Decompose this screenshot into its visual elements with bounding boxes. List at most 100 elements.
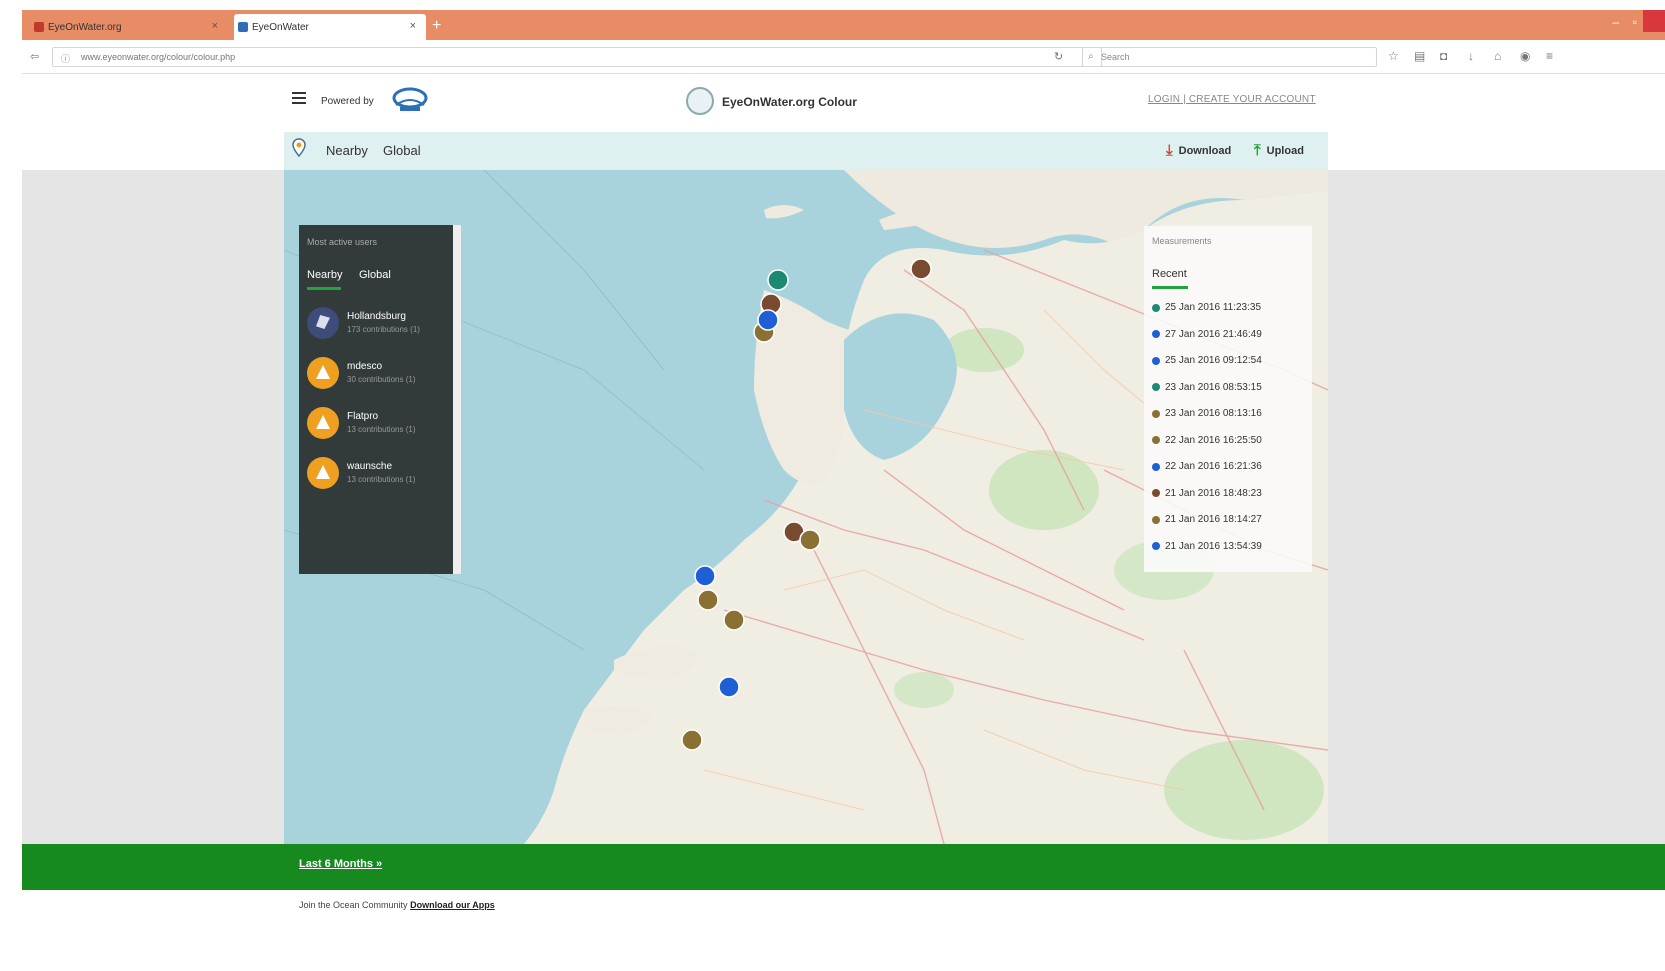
contributor-name: waunsche xyxy=(347,461,393,472)
footer-note-text: Join the Ocean Community xyxy=(299,900,408,910)
measurement-color-dot xyxy=(1152,383,1160,391)
measurement-row[interactable]: 22 Jan 2016 16:21:36 xyxy=(1152,461,1262,472)
browser-tab-active[interactable]: EyeOnWater × xyxy=(234,14,426,40)
active-tab-indicator xyxy=(1152,286,1188,289)
window-close-button[interactable] xyxy=(1643,10,1665,32)
measurement-row[interactable]: 21 Jan 2016 18:14:27 xyxy=(1152,514,1262,525)
measurement-time: 22 Jan 2016 16:21:36 xyxy=(1165,461,1262,472)
extension-icon[interactable]: ◉ xyxy=(1520,49,1530,63)
page-header: Powered by EyeOnWater.org Colour LOGIN |… xyxy=(22,74,1665,132)
measurement-time: 21 Jan 2016 13:54:39 xyxy=(1165,540,1262,552)
tab-recent[interactable]: Recent xyxy=(1152,268,1187,280)
forest-area xyxy=(1164,740,1324,840)
map-marker[interactable] xyxy=(697,589,719,611)
minimize-icon[interactable]: – xyxy=(1612,15,1619,29)
island xyxy=(764,205,804,219)
map-marker[interactable] xyxy=(723,609,745,631)
download-icon[interactable]: ↓ xyxy=(1468,49,1474,63)
map-marker[interactable] xyxy=(757,309,779,331)
measurement-time: 23 Jan 2016 08:13:16 xyxy=(1165,408,1262,419)
measurement-row[interactable]: 23 Jan 2016 08:53:15 xyxy=(1152,382,1262,393)
reload-icon[interactable]: ↻ xyxy=(1054,50,1063,63)
tab-favicon-icon xyxy=(34,22,44,32)
measurement-row[interactable]: 23 Jan 2016 08:13:16 xyxy=(1152,408,1262,419)
measurement-row[interactable]: 22 Jan 2016 16:25:50 xyxy=(1152,435,1262,446)
contributor-detail: 30 contributions (1) xyxy=(347,375,416,384)
tab-favicon-icon xyxy=(238,22,248,32)
avatar xyxy=(307,407,339,439)
browser-tab-label: EyeOnWater.org xyxy=(48,21,122,33)
measurement-time: 27 Jan 2016 21:46:49 xyxy=(1165,328,1262,340)
panel-title: Most active users xyxy=(307,237,378,247)
menu-icon[interactable]: ≡ xyxy=(1546,49,1553,63)
site-title[interactable]: EyeOnWater.org Colour xyxy=(722,95,857,109)
measurement-row[interactable]: 21 Jan 2016 13:54:39 xyxy=(1152,541,1262,552)
contributor-name: Flatpro xyxy=(347,411,379,422)
download-apps-link[interactable]: Download our Apps xyxy=(410,900,495,910)
site-logo[interactable] xyxy=(686,87,714,115)
contributor-item[interactable]: Hollandsburg 173 contributions (1) xyxy=(307,305,447,345)
url-bar[interactable]: ⓘ www.eyeonwater.org/colour/colour.php xyxy=(52,47,1102,67)
panel-scrollbar[interactable] xyxy=(453,225,461,574)
bookmark-star-icon[interactable]: ☆ xyxy=(1388,49,1399,63)
measurement-row[interactable]: 25 Jan 2016 09:12:54 xyxy=(1152,355,1262,366)
last-6-months-link[interactable]: Last 6 Months » xyxy=(299,858,382,870)
measurement-color-dot xyxy=(1152,356,1160,365)
tab-global[interactable]: Global xyxy=(359,269,391,281)
map-marker[interactable] xyxy=(718,676,740,698)
contributor-item[interactable]: waunsche 13 contributions (1) xyxy=(307,455,447,495)
map-toolbar: Nearby Global ⤓ Download ⤒ Upload xyxy=(284,132,1328,170)
contributor-item[interactable]: Flatpro 13 contributions (1) xyxy=(307,405,447,445)
measurement-color-dot xyxy=(1152,330,1160,338)
footer-note: Join the Ocean Community Download our Ap… xyxy=(299,900,495,910)
panel-title: Measurements xyxy=(1152,236,1212,246)
tab-nearby[interactable]: Nearby xyxy=(326,143,368,158)
measurement-time: 25 Jan 2016 11:23:35 xyxy=(1165,302,1262,313)
contributor-detail: 13 contributions (1) xyxy=(347,425,416,434)
hamburger-menu-icon[interactable] xyxy=(292,92,306,104)
contributor-item[interactable]: mdesco 30 contributions (1) xyxy=(307,355,447,395)
search-icon: ⌕ xyxy=(1088,51,1094,62)
browser-tab[interactable]: EyeOnWater.org × xyxy=(30,14,228,40)
contributor-name: Hollandsburg xyxy=(347,311,406,322)
back-icon[interactable]: ⇦ xyxy=(30,50,39,63)
map-marker[interactable] xyxy=(694,565,716,587)
tab-nearby[interactable]: Nearby xyxy=(307,269,342,281)
measurement-color-dot xyxy=(1152,542,1160,550)
search-input[interactable]: ⌕ Search xyxy=(1082,47,1377,67)
new-tab-icon[interactable]: + xyxy=(432,17,441,35)
tab-global[interactable]: Global xyxy=(383,143,421,158)
avatar xyxy=(307,457,339,489)
map-marker[interactable] xyxy=(767,269,789,291)
maximize-icon[interactable]: ▫ xyxy=(1633,15,1637,29)
browser-tab-bar: EyeOnWater.org × EyeOnWater × + – ▫ xyxy=(22,10,1665,40)
upload-label: Upload xyxy=(1266,144,1304,157)
info-icon: ⓘ xyxy=(61,54,71,64)
measurement-row[interactable]: 25 Jan 2016 11:23:35 xyxy=(1152,302,1261,313)
measurement-color-dot xyxy=(1152,515,1160,524)
close-icon[interactable]: × xyxy=(212,20,218,32)
download-button[interactable]: ⤓ Download xyxy=(1166,142,1231,159)
partner-logo[interactable] xyxy=(390,87,430,113)
close-icon[interactable]: × xyxy=(410,20,416,32)
download-label: Download xyxy=(1178,144,1232,157)
upload-button[interactable]: ⤒ Upload xyxy=(1254,142,1304,159)
map-marker[interactable] xyxy=(681,729,703,751)
pocket-icon[interactable]: ◘ xyxy=(1440,49,1447,63)
url-text: www.eyeonwater.org/colour/colour.php xyxy=(81,52,236,62)
avatar xyxy=(307,307,339,339)
measurement-row[interactable]: 27 Jan 2016 21:46:49 xyxy=(1152,329,1262,340)
login-link[interactable]: LOGIN | CREATE YOUR ACCOUNT xyxy=(1148,94,1316,105)
measurement-color-dot xyxy=(1152,462,1160,471)
avatar xyxy=(307,357,339,389)
measurement-color-dot xyxy=(1152,303,1160,312)
map-marker[interactable] xyxy=(799,529,821,551)
location-pin-icon xyxy=(292,138,306,158)
measurement-row[interactable]: 21 Jan 2016 18:48:23 xyxy=(1152,488,1262,499)
map-marker[interactable] xyxy=(910,258,932,280)
bookmarks-list-icon[interactable]: ▤ xyxy=(1414,49,1425,63)
home-icon[interactable]: ⌂ xyxy=(1494,49,1501,63)
download-arrow-icon: ⤓ xyxy=(1166,142,1173,159)
browser-nav-bar: ⇦ ⓘ www.eyeonwater.org/colour/colour.php… xyxy=(22,40,1665,74)
upload-arrow-icon: ⤒ xyxy=(1254,142,1261,159)
